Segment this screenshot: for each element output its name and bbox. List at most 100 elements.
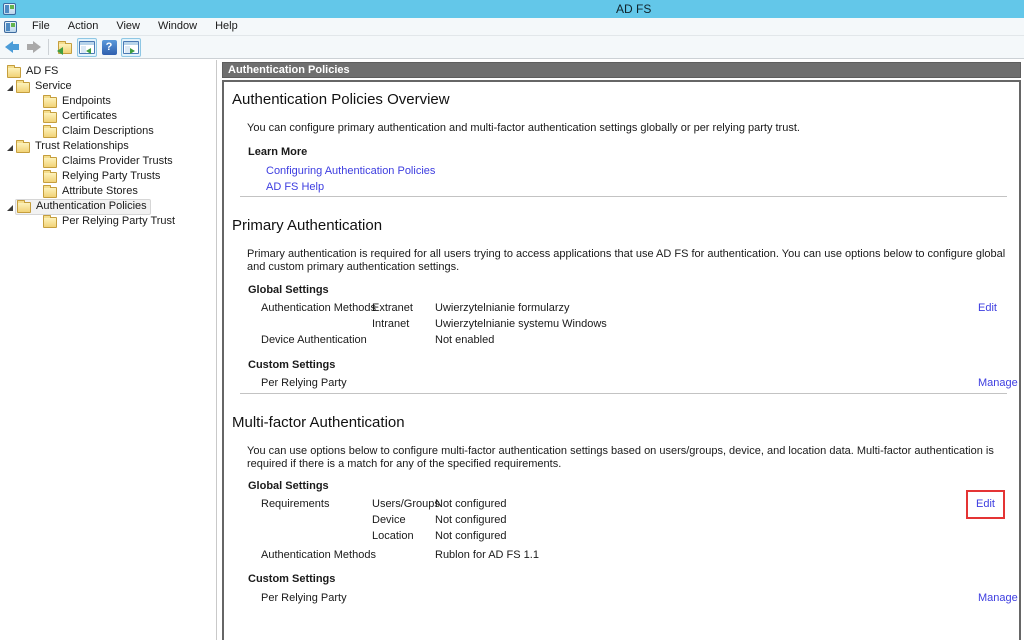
- primary-manage-link[interactable]: Manage: [978, 376, 1018, 390]
- help-button[interactable]: ?: [99, 38, 119, 57]
- menu-window[interactable]: Window: [149, 18, 206, 35]
- row-value: Not configured: [435, 514, 507, 526]
- console-icon: [4, 21, 17, 33]
- menu-view[interactable]: View: [107, 18, 149, 35]
- tree-item-claim-descriptions[interactable]: Claim Descriptions: [0, 124, 216, 139]
- folder-icon: [43, 157, 57, 168]
- tree-item-authentication-policies[interactable]: Authentication Policies: [0, 199, 216, 214]
- row-key: Device: [372, 512, 435, 528]
- tree-item-relying-party-trusts[interactable]: Relying Party Trusts: [0, 169, 216, 184]
- mfa-row-location: LocationNot configured: [232, 528, 1013, 544]
- folder-icon: [43, 127, 57, 138]
- folder-icon: [43, 187, 57, 198]
- menu-bar: File Action View Window Help: [0, 18, 1024, 36]
- help-icon: ?: [102, 40, 117, 55]
- mfa-row-authentication-methods: Authentication Methods Rublon for AD FS 1…: [232, 547, 1013, 563]
- mfa-row-device: DeviceNot configured: [232, 512, 1013, 528]
- primary-global-settings-label: Global Settings: [248, 283, 1013, 297]
- row-value: Rublon for AD FS 1.1: [435, 549, 539, 561]
- tree-item-per-relying-party-trust[interactable]: Per Relying Party Trust: [0, 214, 216, 229]
- pane-header: Authentication Policies: [222, 62, 1021, 78]
- action-pane-button[interactable]: [121, 38, 141, 57]
- console-tree-icon: [79, 41, 95, 54]
- mfa-custom-settings-label: Custom Settings: [248, 572, 1013, 586]
- row-key: Location: [372, 528, 435, 544]
- overview-title: Authentication Policies Overview: [232, 91, 1013, 109]
- row-key: Intranet: [372, 316, 435, 332]
- pane-body: Authentication Policies Overview You can…: [222, 80, 1021, 640]
- results-pane: Authentication Policies Authentication P…: [222, 62, 1021, 640]
- folder-icon: [43, 112, 57, 123]
- folder-icon: [7, 67, 21, 78]
- forward-button[interactable]: [24, 38, 44, 57]
- mfa-description: You can use options below to configure m…: [247, 445, 1009, 471]
- row-label: Requirements: [261, 496, 372, 512]
- folder-icon: [43, 217, 57, 228]
- tree-item-adfs[interactable]: AD FS: [0, 64, 216, 79]
- row-value: Uwierzytelnianie systemu Windows: [435, 318, 607, 330]
- menu-file[interactable]: File: [23, 18, 59, 35]
- export-folder-button[interactable]: [55, 38, 75, 57]
- action-pane-icon: [123, 41, 139, 54]
- mfa-manage-link[interactable]: Manage: [978, 591, 1018, 605]
- tree-item-service[interactable]: Service: [0, 79, 216, 94]
- primary-custom-settings-label: Custom Settings: [248, 358, 1013, 372]
- title-bar: AD FS: [0, 0, 1024, 18]
- mfa-row-per-relying-party: Per Relying Party Manage: [232, 590, 1013, 606]
- folder-icon: [43, 172, 57, 183]
- folder-icon: [17, 202, 31, 213]
- row-label: Per Relying Party: [261, 590, 372, 606]
- section-divider: [240, 393, 1007, 394]
- row-value: Uwierzytelnianie formularzy: [435, 302, 570, 314]
- row-label: Authentication Methods: [261, 300, 372, 316]
- primary-authentication-description: Primary authentication is required for a…: [247, 248, 1009, 274]
- folder-icon: [16, 82, 30, 93]
- tree-item-attribute-stores[interactable]: Attribute Stores: [0, 184, 216, 199]
- row-value: Not configured: [435, 498, 507, 510]
- expand-icon[interactable]: [7, 145, 13, 151]
- window-title: AD FS: [616, 2, 651, 16]
- overview-description: You can configure primary authentication…: [247, 122, 1009, 135]
- primary-row-extranet: Authentication MethodsExtranetUwierzytel…: [232, 300, 1013, 316]
- mfa-global-settings-label: Global Settings: [248, 479, 1013, 493]
- folder-icon: [16, 142, 30, 153]
- expand-icon[interactable]: [7, 85, 13, 91]
- back-button[interactable]: [2, 38, 22, 57]
- mfa-title: Multi-factor Authentication: [232, 414, 1013, 432]
- menu-help[interactable]: Help: [206, 18, 247, 35]
- toolbar-separator: [48, 39, 49, 55]
- selected-tree-item: Authentication Policies: [15, 199, 151, 215]
- row-key: Users/Groups: [372, 496, 435, 512]
- tree-item-trust-relationships[interactable]: Trust Relationships: [0, 139, 216, 154]
- mfa-edit-link[interactable]: Edit: [976, 498, 995, 510]
- learn-more-label: Learn More: [248, 145, 1013, 159]
- tree-item-endpoints[interactable]: Endpoints: [0, 94, 216, 109]
- row-label: Authentication Methods: [261, 547, 372, 563]
- primary-authentication-title: Primary Authentication: [232, 217, 1013, 235]
- mfa-row-users-groups: RequirementsUsers/GroupsNot configured E…: [232, 496, 1013, 512]
- menu-action[interactable]: Action: [59, 18, 108, 35]
- show-console-tree-button[interactable]: [77, 38, 97, 57]
- folder-icon: [43, 97, 57, 108]
- primary-row-intranet: IntranetUwierzytelnianie systemu Windows: [232, 316, 1013, 332]
- configuring-authentication-policies-link[interactable]: Configuring Authentication Policies: [266, 164, 1013, 178]
- console-tree: AD FS Service Endpoints Certificates Cla…: [0, 60, 217, 640]
- row-key: Extranet: [372, 300, 435, 316]
- forward-icon: [27, 43, 41, 51]
- primary-row-device-authentication: Device Authentication Not enabled: [232, 332, 1013, 348]
- primary-row-per-relying-party: Per Relying Party Manage: [232, 375, 1013, 391]
- expand-icon[interactable]: [7, 205, 13, 211]
- green-arrow-icon: [57, 47, 63, 55]
- console-icon: [3, 3, 16, 15]
- row-label: Per Relying Party: [261, 375, 372, 391]
- tree-item-claims-provider-trusts[interactable]: Claims Provider Trusts: [0, 154, 216, 169]
- row-value: Not enabled: [435, 334, 494, 346]
- section-divider: [240, 196, 1007, 197]
- toolbar: ?: [0, 36, 1024, 59]
- back-icon: [5, 43, 19, 51]
- tree-item-certificates[interactable]: Certificates: [0, 109, 216, 124]
- row-label: Device Authentication: [261, 332, 372, 348]
- row-value: Not configured: [435, 530, 507, 542]
- adfs-help-link[interactable]: AD FS Help: [266, 180, 1013, 194]
- primary-edit-link[interactable]: Edit: [978, 301, 997, 315]
